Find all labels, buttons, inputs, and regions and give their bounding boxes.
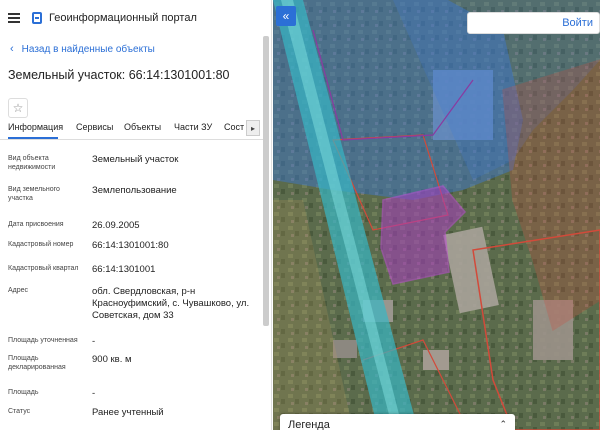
property-value: Землепользование	[92, 185, 177, 196]
tabs-scroll-right-icon[interactable]: ▸	[246, 120, 260, 136]
back-to-results-link[interactable]: ‹ Назад в найденные объекты	[10, 42, 271, 56]
info-panel: Геоинформационный портал ‹ Назад в найде…	[0, 0, 272, 430]
map-view[interactable]	[273, 0, 600, 430]
tab-bar: Информация Сервисы Объекты Части ЗУ Сост…	[0, 118, 264, 140]
tab-status[interactable]: Сост	[224, 122, 244, 132]
property-label: Площадь уточненная	[8, 337, 78, 344]
login-button[interactable]: Войти	[467, 12, 600, 34]
property-label: Кадастровый квартал	[8, 265, 79, 272]
tab-parcel-parts[interactable]: Части ЗУ	[174, 122, 212, 132]
property-value: -	[92, 336, 96, 347]
tab-info[interactable]: Информация	[8, 122, 63, 132]
property-label: Адрес	[8, 287, 29, 294]
property-value: Земельный участок	[92, 154, 179, 165]
active-tab-indicator	[8, 137, 58, 139]
property-label: Кадастровый номер	[8, 241, 74, 248]
property-value: 26.09.2005	[92, 220, 140, 231]
favorite-star-icon[interactable]: ☆	[8, 98, 28, 118]
tab-objects[interactable]: Объекты	[124, 122, 161, 132]
property-label: Вид земельного участка	[8, 186, 60, 202]
property-label: Площадь	[8, 389, 39, 396]
object-title: Земельный участок: 66:14:1301001:80	[8, 68, 230, 82]
property-label: Вид объекта недвижимости	[8, 155, 56, 171]
double-chevron-left-icon[interactable]: «	[276, 6, 296, 26]
tab-services[interactable]: Сервисы	[76, 122, 113, 132]
property-label: Площадь декларированная	[8, 355, 66, 371]
legend-panel[interactable]: Легенда ⌃	[280, 414, 515, 430]
property-value: 66:14:1301001:80	[92, 240, 169, 251]
satellite-map[interactable]	[273, 0, 600, 430]
app-title: Геоинформационный портал	[49, 12, 197, 24]
hamburger-menu-icon[interactable]	[8, 13, 20, 23]
back-label: Назад в найденные объекты	[21, 43, 155, 55]
top-bar: Геоинформационный портал	[0, 0, 271, 36]
property-value: -	[92, 388, 96, 399]
chevron-left-icon: ‹	[10, 43, 14, 55]
panel-scrollbar[interactable]	[263, 36, 269, 326]
property-label: Дата присвоения	[8, 221, 64, 228]
chevron-up-down-icon[interactable]: ⌃	[499, 419, 507, 430]
portal-logo-icon	[32, 12, 42, 24]
property-value: 900 кв. м	[92, 354, 132, 365]
property-label: Статус	[8, 408, 31, 415]
login-label: Войти	[562, 17, 593, 29]
property-value: обл. Свердловская, р-н Красноуфимский, с…	[92, 286, 250, 321]
property-value: Ранее учтенный	[92, 407, 164, 418]
property-value: 66:14:1301001	[92, 264, 156, 275]
legend-title: Легенда	[288, 419, 330, 430]
